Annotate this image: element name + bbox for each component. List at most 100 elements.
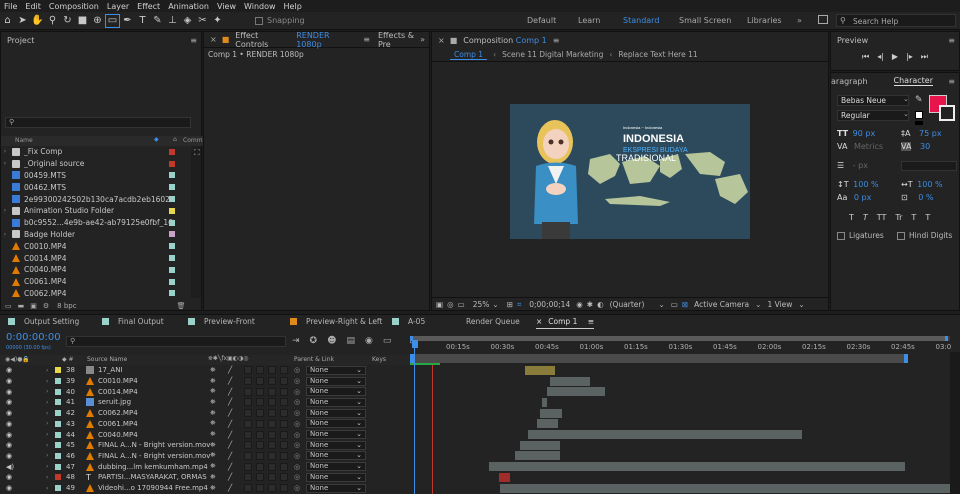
layer-switch-box[interactable] [256, 473, 264, 482]
label-color-swatch[interactable] [55, 452, 61, 459]
selection-tool-icon[interactable]: ➤ [15, 14, 30, 28]
layer-duration-bar[interactable] [537, 419, 558, 429]
layer-switch-box[interactable] [280, 430, 288, 439]
puppet-tool-icon[interactable]: ✦ [210, 14, 225, 28]
label-color-swatch[interactable] [169, 255, 175, 262]
label-color-swatch[interactable] [169, 290, 175, 297]
menu-animation[interactable]: Animation [168, 2, 209, 11]
expand-arrow-icon[interactable]: › [1, 207, 9, 214]
frame-blending-icon[interactable]: ▤ [346, 336, 355, 346]
stroke-style-dropdown[interactable] [901, 161, 957, 171]
layer-switch-box[interactable] [244, 366, 252, 375]
project-tab[interactable]: Project ≡ [1, 32, 201, 48]
lock-icon[interactable]: ■ [222, 35, 230, 44]
eyedropper-icon[interactable]: ✎ [915, 95, 923, 105]
layer-source-name[interactable]: C0040.MP4 [98, 431, 138, 439]
layer-switch-box[interactable] [268, 484, 276, 493]
parent-dropdown[interactable]: None ⌄ [306, 365, 366, 375]
layer-switch-box[interactable] [244, 398, 252, 407]
layer-source-name[interactable]: C0014.MP4 [98, 388, 138, 396]
layer-switch-box[interactable] [268, 366, 276, 375]
project-item[interactable]: C0061.MP4 [1, 276, 191, 288]
panel-menu-icon[interactable]: ≡ [948, 77, 955, 86]
layer-switch-box[interactable] [268, 473, 276, 482]
layer-switch-box[interactable] [280, 409, 288, 418]
layer-switch-box[interactable] [268, 430, 276, 439]
label-color-swatch[interactable] [55, 399, 61, 406]
panel-menu-icon[interactable]: ≡ [190, 36, 197, 45]
layer-duration-bar[interactable] [550, 376, 590, 386]
pick-whip-icon[interactable]: ◎ [294, 484, 300, 492]
interpret-footage-icon[interactable]: ▭ [5, 302, 12, 310]
lock-icon[interactable]: ■ [450, 36, 458, 45]
layer-source-name[interactable]: C0061.MP4 [98, 420, 138, 428]
resolution-grid-icon[interactable]: ⊞ [507, 300, 513, 309]
timeline-layer-row[interactable]: ◉ › 45 FINAL A...N - Bright version.mov ⛯ ╱ ◎ N… [0, 440, 960, 451]
pick-whip-icon[interactable]: ◎ [294, 463, 300, 471]
visibility-eye-icon[interactable]: ◉ [6, 409, 12, 417]
transparency-grid-icon[interactable]: ⊠ [682, 300, 688, 309]
layer-source-name[interactable]: C0062.MP4 [98, 409, 138, 417]
layer-switch-box[interactable] [280, 451, 288, 460]
visibility-eye-icon[interactable]: ◉ [6, 441, 12, 449]
vr-icon[interactable]: ◎ [447, 300, 454, 309]
label-color-swatch[interactable] [55, 378, 61, 385]
label-color-swatch[interactable] [55, 442, 61, 449]
layer-switch-box[interactable] [244, 387, 252, 396]
nav-scene-11[interactable]: Scene 11 Digital Marketing [502, 50, 603, 59]
column-name-header[interactable]: Name [15, 137, 33, 144]
nav-comp-1[interactable]: Comp 1 [450, 50, 488, 60]
parent-dropdown[interactable]: None ⌄ [306, 451, 366, 461]
new-folder-icon[interactable]: ▬ [18, 302, 25, 310]
expand-arrow-icon[interactable]: › [1, 231, 9, 238]
quality-switch-icon[interactable]: ╱ [228, 420, 232, 428]
parent-dropdown[interactable]: None ⌄ [306, 408, 366, 418]
composition-tab[interactable]: × ■ Composition Comp 1 ≡ [432, 32, 828, 48]
menu-edit[interactable]: Edit [25, 2, 41, 11]
layer-switch-box[interactable] [268, 409, 276, 418]
stroke-color-swatch[interactable] [939, 105, 955, 121]
quality-switch-icon[interactable]: ╱ [228, 377, 232, 385]
label-column-icon[interactable]: ◆ # [62, 356, 74, 363]
previous-frame-icon[interactable]: ◂| [877, 52, 884, 62]
timeline-tab[interactable]: Output Setting [8, 317, 79, 329]
layer-switch-box[interactable] [256, 398, 264, 407]
timeline-layer-row[interactable]: ◉ › 39 C0010.MP4 ⛯ ╱ ◎ None ⌄ [0, 376, 960, 387]
parent-dropdown[interactable]: None ⌄ [306, 397, 366, 407]
timeline-layer-row[interactable]: ◉ › 46 FINAL A...N - Bright version.mov ⛯ ╱ ◎ N… [0, 451, 960, 462]
new-comp-icon[interactable]: ▣ [30, 302, 37, 310]
timeline-tab[interactable]: Render Queue [466, 317, 520, 329]
layer-duration-bar[interactable] [525, 365, 555, 375]
label-color-swatch[interactable] [169, 207, 175, 214]
shy-switch-icon[interactable]: ⛯ [210, 398, 216, 407]
panel-menu-icon[interactable]: ≡ [553, 36, 560, 45]
expand-arrow-icon[interactable]: › [46, 485, 48, 492]
expand-arrow-icon[interactable]: › [46, 378, 48, 385]
menu-layer[interactable]: Layer [107, 2, 129, 11]
layer-source-name[interactable]: FINAL A...N - Bright version.mov [98, 452, 210, 460]
timeline-tab[interactable]: Preview-Right & Left [290, 317, 382, 329]
graph-editor-icon[interactable]: ▭ [383, 336, 392, 346]
shy-layers-icon[interactable]: ☻ [327, 336, 336, 346]
layer-duration-bar[interactable] [515, 451, 560, 461]
panel-menu-icon[interactable]: ≡ [585, 317, 594, 326]
bpc-label[interactable]: 8 bpc [57, 302, 76, 310]
layer-duration-bar[interactable] [528, 430, 802, 440]
layer-switch-box[interactable] [268, 441, 276, 450]
timeline-tab[interactable]: A-05 [392, 317, 425, 329]
current-time-display[interactable]: 0;00;00;14 [529, 300, 570, 309]
baseline-value[interactable]: 0 px [854, 193, 871, 202]
layer-duration-bar[interactable] [500, 483, 950, 493]
layer-duration-bar[interactable] [499, 472, 510, 482]
type-tool-icon[interactable]: T [135, 14, 150, 28]
label-color-swatch[interactable] [55, 367, 61, 374]
pick-whip-icon[interactable]: ◎ [294, 452, 300, 460]
expand-arrow-icon[interactable]: › [46, 452, 48, 459]
timeline-layer-row[interactable]: ◉ › 44 C0040.MP4 ⛯ ╱ ◎ None ⌄ [0, 429, 960, 440]
layer-switch-box[interactable] [280, 484, 288, 493]
layer-switch-box[interactable] [268, 451, 276, 460]
label-color-swatch[interactable] [169, 196, 175, 203]
timeline-layer-row[interactable]: ◉ › 43 C0061.MP4 ⛯ ╱ ◎ None ⌄ [0, 419, 960, 430]
rotate-tool-icon[interactable]: ↻ [60, 14, 75, 28]
quality-switch-icon[interactable]: ╱ [228, 388, 232, 396]
